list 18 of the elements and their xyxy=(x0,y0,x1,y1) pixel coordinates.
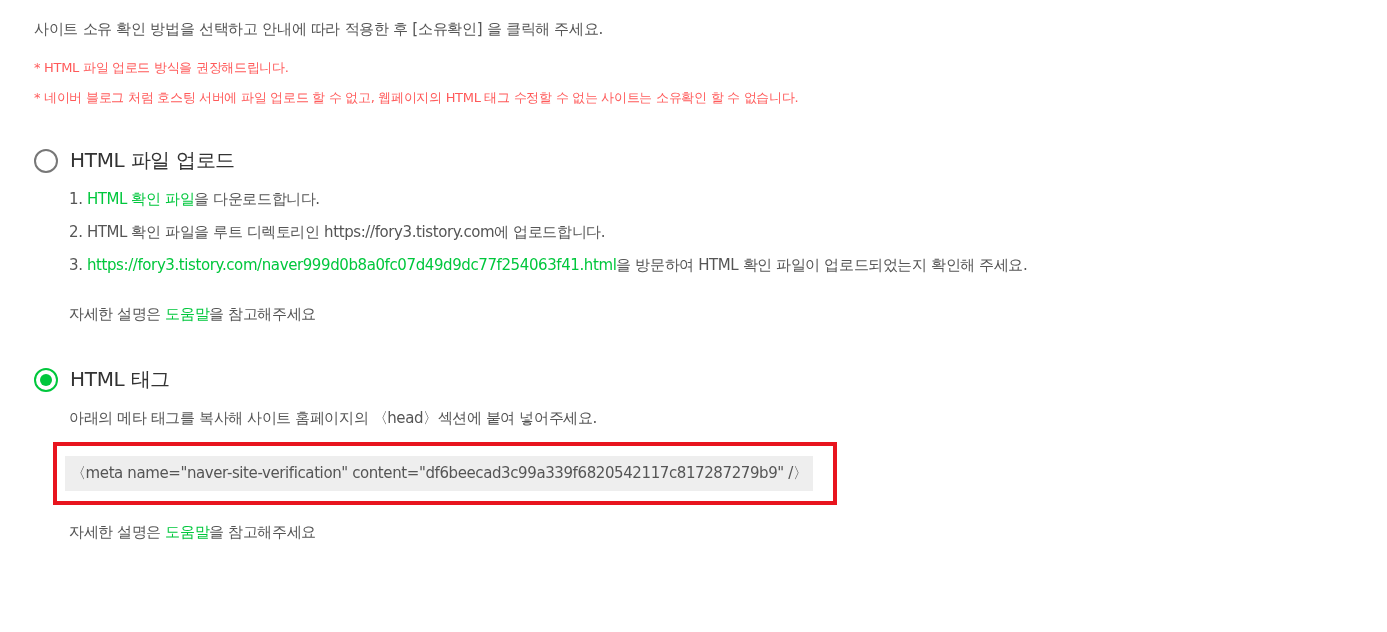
notice-text: * HTML 파일 업로드 방식을 권장해드립니다. xyxy=(34,59,290,77)
radio-button[interactable] xyxy=(34,367,58,392)
help-text: 자세한 설명은 도움말을 참고해주세요 xyxy=(69,523,317,542)
method-label: HTML 태그 xyxy=(70,366,170,393)
method-label: HTML 파일 업로드 xyxy=(70,147,236,174)
step-text: 2. HTML 확인 파일을 루트 디렉토리인 https://fory3.tistory.com에 업로드합니다. xyxy=(69,223,607,242)
help-link[interactable]: https://fory3.tistory.com/naver999d0b8a0fc07d49d9dc77f254063f41.html xyxy=(86,256,617,274)
step-text: 3. https://fory3.tistory.com/naver999d0b8a0fc07d49d9dc77f254063f41.html을 방문하여 HTML 확인 파일이 업로드되었는지 확인해 주세요. xyxy=(69,256,1029,275)
notice-text: * 네이버 블로그 처럼 호스팅 서버에 파일 업로드 할 수 없고, 웹페이지의 HTML 태그 수정할 수 없는 사이트는 소유확인 할 수 없습니다. xyxy=(34,89,800,107)
help-link[interactable]: HTML 확인 파일 xyxy=(86,190,195,208)
radio-button[interactable] xyxy=(34,148,58,173)
help-link[interactable]: 도움말 xyxy=(165,523,210,541)
help-link[interactable]: 도움말 xyxy=(165,305,210,323)
help-text: 자세한 설명은 도움말을 참고해주세요 xyxy=(69,305,317,324)
intro-text: 사이트 소유 확인 방법을 선택하고 안내에 따라 적용한 후 [소유확인] 을 클릭해 주세요. xyxy=(34,20,604,39)
step-text: 1. HTML 확인 파일을 다운로드합니다. xyxy=(69,190,321,209)
description-text: 아래의 메타 태그를 복사해 사이트 홈페이지의 〈head〉섹션에 붙여 넣어주세요. xyxy=(69,409,598,428)
meta-tag-code: 〈meta name="naver-site-verification" content="df6beecad3c99a339f6820542117c817287279b9" /〉 xyxy=(65,456,814,491)
